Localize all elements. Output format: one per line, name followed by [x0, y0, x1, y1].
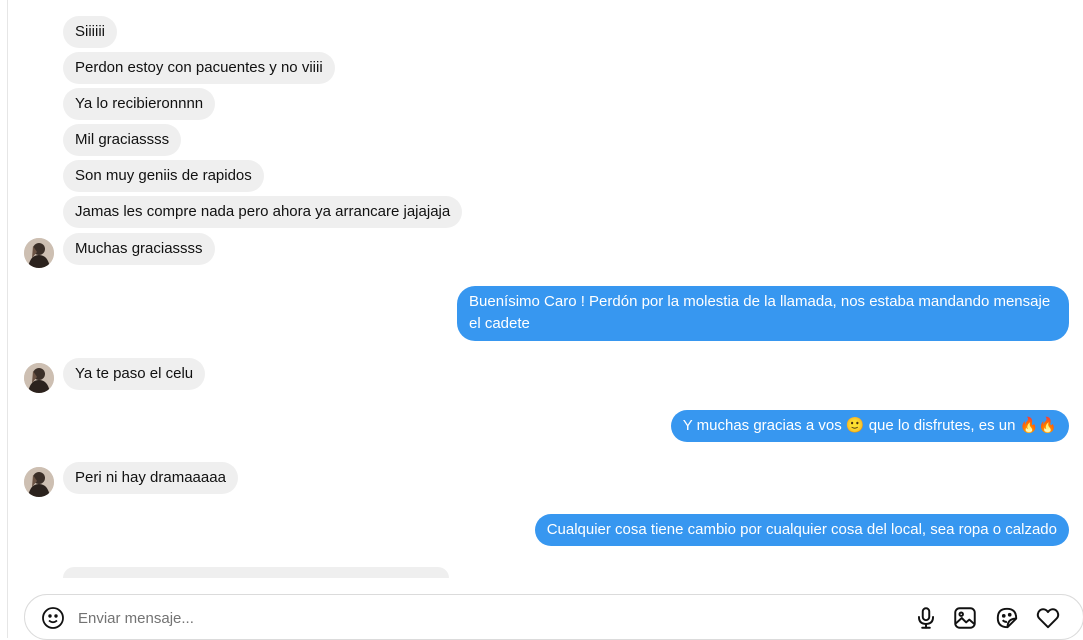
message-input[interactable]: [78, 605, 678, 631]
microphone-icon[interactable]: [913, 605, 939, 631]
message-text: Muchas graciassss: [75, 240, 203, 257]
message-text: Buenísimo Caro ! Perdón por la molestia …: [469, 293, 1051, 332]
message-incoming[interactable]: Mil graciassss: [63, 124, 182, 156]
message-incoming[interactable]: Siiiiii: [63, 16, 117, 48]
message-incoming[interactable]: Jamas les compre nada pero ahora ya arra…: [63, 196, 463, 228]
message-incoming[interactable]: Ya te paso el celu: [63, 358, 206, 390]
message-outgoing[interactable]: Buenísimo Caro ! Perdón por la molestia …: [457, 286, 1069, 341]
message-incoming[interactable]: Peri ni hay dramaaaaa: [63, 462, 238, 494]
image-icon[interactable]: [952, 605, 978, 631]
message-text: Ya lo recibieronnnn: [75, 95, 204, 112]
message-thread[interactable]: Siiiiii Perdon estoy con pacuentes y no …: [0, 0, 1083, 578]
message-text: Y muchas gracias a vos 🙂 que lo disfrute…: [682, 417, 1057, 434]
avatar[interactable]: [24, 467, 54, 497]
emoji-icon[interactable]: [41, 606, 65, 630]
message-outgoing[interactable]: Y muchas gracias a vos 🙂 que lo disfrute…: [670, 410, 1069, 442]
message-incoming[interactable]: Son muy geniis de rapidos: [63, 160, 264, 192]
avatar[interactable]: [24, 238, 54, 268]
message-text: Siiiiii: [75, 23, 105, 40]
message-incoming-partial: [63, 567, 449, 578]
message-text: Ya te paso el celu: [75, 365, 194, 382]
message-text: Jamas les compre nada pero ahora ya arra…: [75, 203, 451, 220]
message-text: Son muy geniis de rapidos: [75, 167, 252, 184]
avatar[interactable]: [24, 363, 54, 393]
message-text: Cualquier cosa tiene cambio por cualquie…: [546, 521, 1057, 538]
message-text: Mil graciassss: [75, 131, 170, 148]
sticker-icon[interactable]: [994, 605, 1020, 631]
message-text: Peri ni hay dramaaaaa: [75, 469, 226, 486]
message-text: Perdon estoy con pacuentes y no viiii: [75, 59, 323, 76]
message-composer: [24, 594, 1083, 640]
message-outgoing[interactable]: Cualquier cosa tiene cambio por cualquie…: [534, 514, 1069, 546]
message-incoming[interactable]: Perdon estoy con pacuentes y no viiii: [63, 52, 335, 84]
message-incoming[interactable]: Ya lo recibieronnnn: [63, 88, 216, 120]
message-incoming[interactable]: Muchas graciassss: [63, 233, 215, 265]
heart-icon[interactable]: [1035, 605, 1061, 631]
